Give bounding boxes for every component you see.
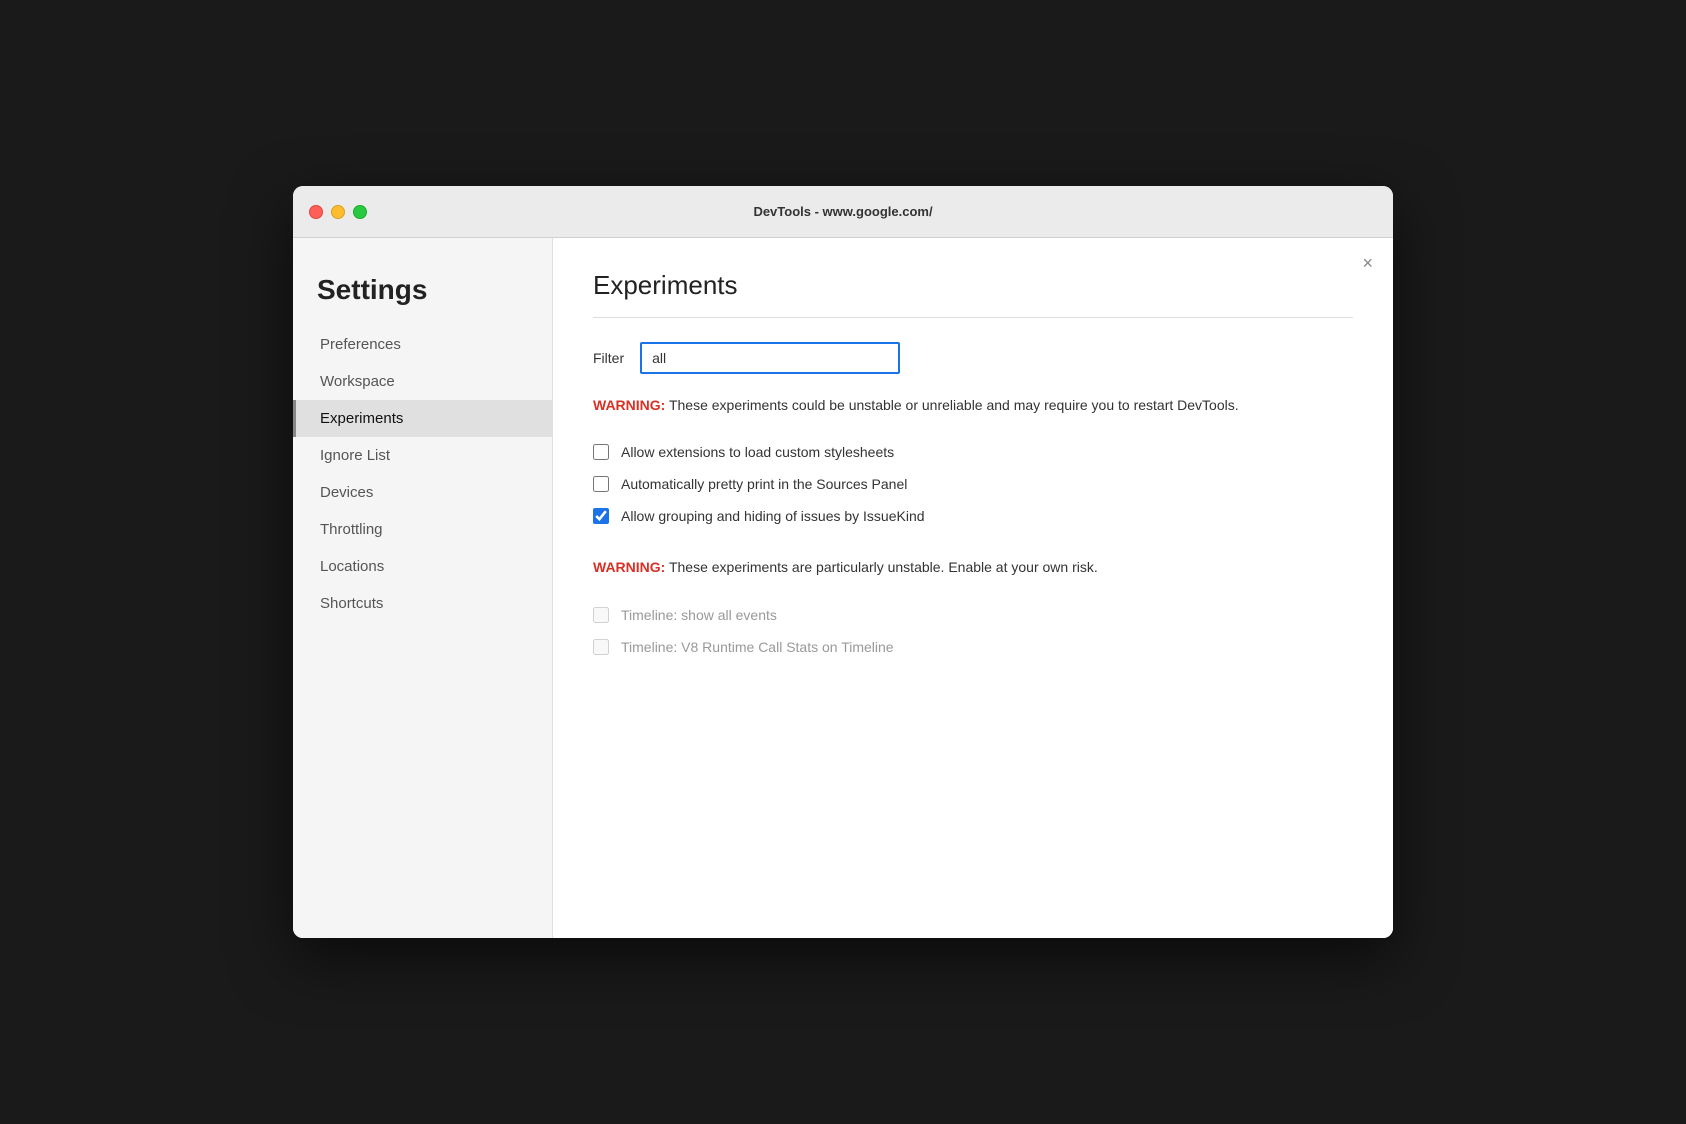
sidebar-item-preferences[interactable]: Preferences <box>293 326 552 363</box>
warning-block-2: WARNING: These experiments are particula… <box>593 556 1353 578</box>
warning-block-1: WARNING: These experiments could be unst… <box>593 394 1353 416</box>
window-body: Settings Preferences Workspace Experimen… <box>293 238 1393 938</box>
checkbox-stylesheets[interactable] <box>593 444 609 460</box>
minimize-traffic-light[interactable] <box>331 205 345 219</box>
sidebar-item-experiments[interactable]: Experiments <box>293 400 552 437</box>
checkbox-item-2: Automatically pretty print in the Source… <box>593 468 1353 500</box>
sidebar-item-throttling[interactable]: Throttling <box>293 511 552 548</box>
warning-text-2: WARNING: These experiments are particula… <box>593 559 1098 575</box>
checkbox-item-3: Allow grouping and hiding of issues by I… <box>593 500 1353 532</box>
checkbox-label-pretty-print[interactable]: Automatically pretty print in the Source… <box>621 476 907 492</box>
titlebar-title: DevTools - www.google.com/ <box>753 204 932 219</box>
section-divider <box>593 317 1353 318</box>
filter-row: Filter <box>593 342 1353 374</box>
sidebar: Settings Preferences Workspace Experimen… <box>293 238 553 938</box>
filter-input[interactable] <box>640 342 900 374</box>
traffic-lights <box>309 205 367 219</box>
page-title: Experiments <box>593 270 1353 301</box>
warning-label-1: WARNING: <box>593 397 665 413</box>
warning-text-1: WARNING: These experiments could be unst… <box>593 397 1239 413</box>
sidebar-item-shortcuts[interactable]: Shortcuts <box>293 585 552 622</box>
checkbox-pretty-print[interactable] <box>593 476 609 492</box>
sidebar-item-devices[interactable]: Devices <box>293 474 552 511</box>
close-traffic-light[interactable] <box>309 205 323 219</box>
sidebar-item-locations[interactable]: Locations <box>293 548 552 585</box>
filter-label: Filter <box>593 350 624 366</box>
titlebar: DevTools - www.google.com/ <box>293 186 1393 238</box>
warning-label-2: WARNING: <box>593 559 665 575</box>
checkbox-item-5: Timeline: V8 Runtime Call Stats on Timel… <box>593 631 1353 663</box>
checkbox-item-1: Allow extensions to load custom styleshe… <box>593 436 1353 468</box>
checkbox-item-4: Timeline: show all events <box>593 599 1353 631</box>
warning-message-1: These experiments could be unstable or u… <box>665 397 1238 413</box>
checkbox-label-stylesheets[interactable]: Allow extensions to load custom styleshe… <box>621 444 894 460</box>
checkbox-label-timeline-events[interactable]: Timeline: show all events <box>621 607 777 623</box>
checkbox-issue-kind[interactable] <box>593 508 609 524</box>
main-content: × Experiments Filter WARNING: These expe… <box>553 238 1393 938</box>
checkbox-timeline-events[interactable] <box>593 607 609 623</box>
checkbox-v8-runtime[interactable] <box>593 639 609 655</box>
checkbox-label-issue-kind[interactable]: Allow grouping and hiding of issues by I… <box>621 508 925 524</box>
devtools-window: DevTools - www.google.com/ Settings Pref… <box>293 186 1393 938</box>
close-button[interactable]: × <box>1362 254 1373 272</box>
sidebar-item-workspace[interactable]: Workspace <box>293 363 552 400</box>
warning-message-2: These experiments are particularly unsta… <box>665 559 1097 575</box>
sidebar-heading: Settings <box>293 258 552 326</box>
sidebar-item-ignore-list[interactable]: Ignore List <box>293 437 552 474</box>
maximize-traffic-light[interactable] <box>353 205 367 219</box>
checkbox-label-v8-runtime[interactable]: Timeline: V8 Runtime Call Stats on Timel… <box>621 639 894 655</box>
